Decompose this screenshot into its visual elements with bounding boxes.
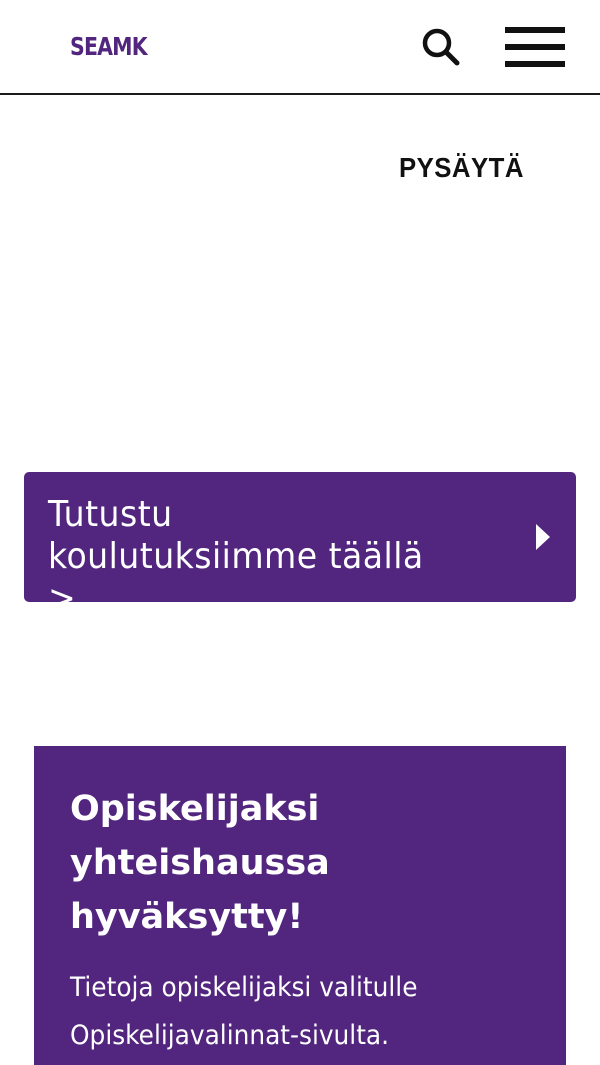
info-card-title: Opiskelijaksi yhteishaussa hyväksytty! <box>70 789 330 937</box>
info-card-text: Tietoja opiskelijaksi valitulle Opiskeli… <box>70 972 418 1051</box>
caret-right-icon <box>536 524 550 550</box>
search-icon <box>422 28 460 66</box>
admission-info-card: Opiskelijaksi yhteishaussa hyväksytty! T… <box>34 746 566 1065</box>
menu-button[interactable] <box>505 27 565 67</box>
site-header: SEAMK <box>0 0 600 95</box>
search-button[interactable] <box>420 26 462 68</box>
courses-cta-banner[interactable]: Tutustu koulutuksiimme täällä > <box>24 472 576 619</box>
hamburger-menu-icon-bar-middle <box>505 44 565 50</box>
hamburger-menu-icon-bar-bottom <box>505 61 565 67</box>
hamburger-menu-icon-bar-top <box>505 27 565 33</box>
pause-slideshow-button[interactable]: PYSÄYTÄ <box>399 152 524 184</box>
seamk-logo[interactable]: SEAMK <box>70 32 148 61</box>
cta-label: Tutustu koulutuksiimme täällä > <box>48 494 424 619</box>
